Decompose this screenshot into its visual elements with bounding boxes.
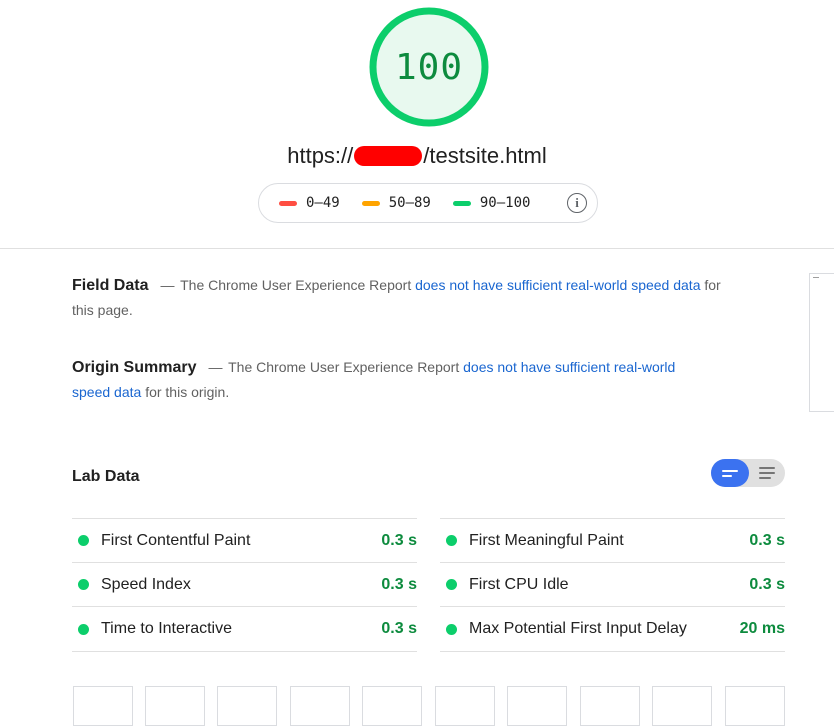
metric-value: 0.3 s [381,575,417,593]
metric-row: Max Potential First Input Delay 20 ms [440,606,785,652]
metric-view-toggle[interactable] [711,459,785,487]
info-icon[interactable]: i [567,193,587,213]
pass-dot-icon [446,579,457,590]
metric-row: First CPU Idle 0.3 s [440,562,785,606]
filmstrip-thumbnail[interactable] [73,686,133,726]
metric-value: 20 ms [739,620,785,637]
legend-range: 50–89 [388,195,431,211]
field-data-text: The Chrome User Experience Report [180,277,412,293]
origin-summary-text: The Chrome User Experience Report [228,359,460,375]
origin-summary-text-after: for this origin. [145,384,230,400]
pass-dot-icon [78,535,89,546]
filmstrip-thumbnail[interactable] [145,686,205,726]
pass-dot-icon [446,623,457,635]
performance-score-gauge: 100 [369,7,489,127]
metric-label: First Contentful Paint [101,531,251,549]
filmstrip-thumbnail[interactable] [290,686,350,726]
filmstrip-thumbnail[interactable] [217,686,277,726]
legend-item-fail: 0–49 [279,195,340,211]
legend-range: 0–49 [306,195,340,211]
side-preview-frame[interactable] [809,273,834,412]
metric-label: Time to Interactive [101,620,233,637]
filmstrip-thumbnail[interactable] [580,686,640,726]
legend-swatch-green [452,200,471,206]
metric-label: First Meaningful Paint [469,531,624,549]
score-value: 100 [394,46,464,88]
redacted-domain [354,146,423,166]
field-data-section: Field Data — The Chrome User Experience R… [72,277,721,318]
score-legend: 0–49 50–89 90–100 i [258,183,598,223]
filmstrip-thumbnail[interactable] [435,686,495,726]
metric-label: Max Potential First Input Delay [469,620,687,637]
compact-view-icon[interactable] [711,459,749,487]
filmstrip-thumbnail[interactable] [362,686,422,726]
lab-data-title: Lab Data [72,468,140,485]
filmstrip-thumbnail[interactable] [652,686,712,726]
metric-value: 0.3 s [749,575,785,593]
filmstrip-thumbnail[interactable] [725,686,785,726]
pass-dot-icon [446,535,457,546]
origin-summary-title: Origin Summary [72,359,197,376]
metric-row: Time to Interactive 0.3 s [72,606,417,652]
metric-row: Speed Index 0.3 s [72,562,417,606]
metric-label: First CPU Idle [469,575,569,593]
pass-dot-icon [78,579,89,590]
url-prefix: https:// [287,143,354,168]
url-suffix: /testsite.html [423,143,547,168]
metric-value: 0.3 s [381,531,417,549]
field-data-link[interactable]: does not have sufficient real-world spee… [415,277,700,293]
legend-item-pass: 90–100 [452,195,531,211]
metrics-column-right: First Meaningful Paint 0.3 s First CPU I… [440,518,785,652]
filmstrip-thumbnail[interactable] [507,686,567,726]
pass-dot-icon [78,623,89,635]
expanded-view-icon[interactable] [749,459,785,487]
header-divider [0,248,834,249]
legend-item-average: 50–89 [361,195,431,211]
legend-swatch-orange [361,200,380,206]
legend-swatch-red [279,200,297,206]
legend-range: 90–100 [479,195,531,211]
metric-value: 0.3 s [381,620,417,637]
page-url: https:// /testsite.html [0,143,834,169]
field-data-title: Field Data [72,277,149,294]
metric-row: First Contentful Paint 0.3 s [72,518,417,562]
metric-value: 0.3 s [749,531,785,549]
metric-label: Speed Index [101,575,191,593]
metric-row: First Meaningful Paint 0.3 s [440,518,785,562]
origin-summary-section: Origin Summary — The Chrome User Experien… [72,359,676,400]
metrics-column-left: First Contentful Paint 0.3 s Speed Index… [72,518,417,652]
